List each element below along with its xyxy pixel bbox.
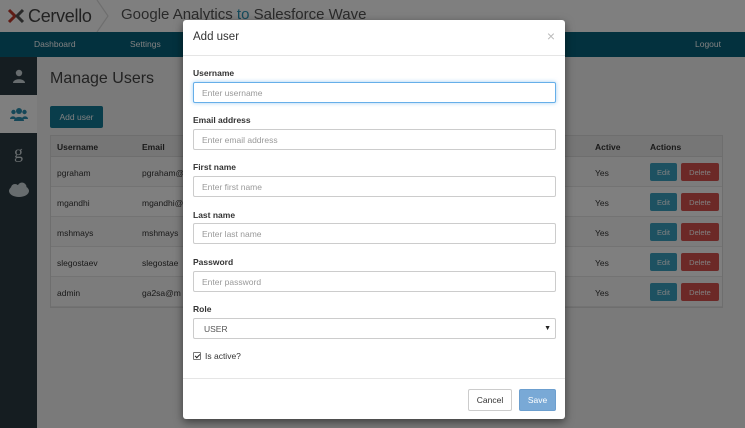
email-label: Email address: [193, 115, 251, 125]
add-user-modal: Add user × Username Email address First …: [183, 20, 565, 419]
modal-title: Add user: [193, 31, 240, 43]
last-name-input[interactable]: [193, 223, 556, 244]
password-input[interactable]: [193, 271, 556, 292]
is-active-checkbox[interactable]: Is active?: [193, 351, 241, 361]
last-name-label: Last name: [193, 210, 236, 220]
save-button[interactable]: Save: [519, 389, 556, 411]
caret-down-icon: ▼: [544, 325, 551, 332]
email-input[interactable]: [193, 129, 556, 150]
is-active-label: Is active?: [205, 351, 241, 361]
role-label: Role: [193, 304, 212, 314]
cancel-button[interactable]: Cancel: [468, 389, 512, 411]
password-label: Password: [193, 257, 234, 267]
username-label: Username: [193, 68, 235, 78]
username-input[interactable]: [193, 82, 556, 103]
close-icon[interactable]: ×: [547, 28, 555, 44]
first-name-label: First name: [193, 162, 236, 172]
first-name-input[interactable]: [193, 176, 556, 197]
role-select[interactable]: USER ▼: [193, 318, 556, 339]
modal-header-divider: [183, 55, 565, 56]
checkbox-checked-icon[interactable]: [193, 352, 201, 360]
modal-footer-divider: [183, 378, 565, 379]
role-selected-value: USER: [204, 323, 228, 334]
